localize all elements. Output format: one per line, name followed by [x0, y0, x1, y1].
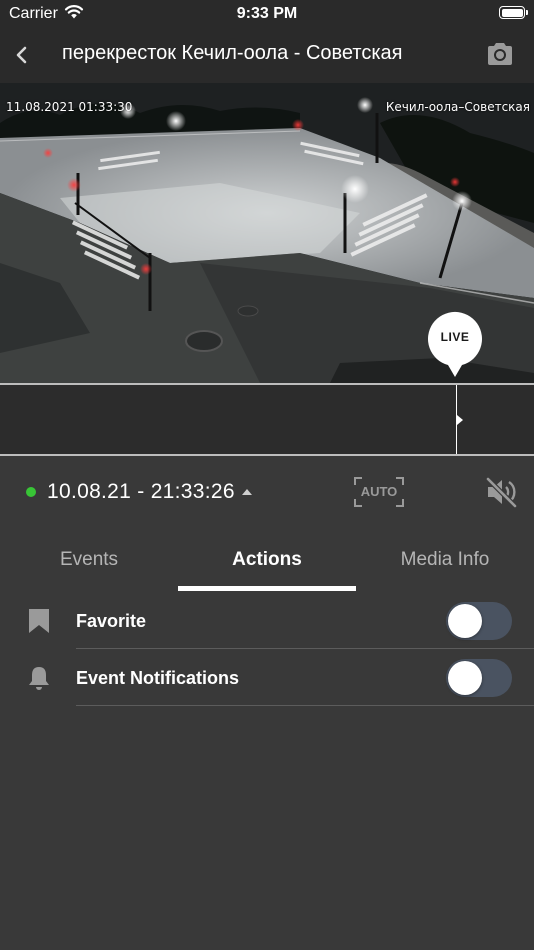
favorite-toggle[interactable] — [446, 602, 512, 640]
row-divider — [76, 705, 534, 706]
auto-label: AUTO — [360, 484, 398, 499]
toggle-knob — [448, 661, 482, 695]
tab-bar: Events Actions Media Info — [0, 528, 534, 592]
live-label: LIVE — [440, 330, 470, 344]
back-chevron-icon[interactable] — [12, 41, 32, 69]
status-time: 9:33 PM — [236, 5, 298, 22]
action-row-event-notifications[interactable]: Event Notifications — [0, 650, 534, 706]
event-notifications-toggle[interactable] — [446, 659, 512, 697]
playback-controls: 10.08.21 - 21:33:26 AUTO — [0, 456, 534, 528]
status-bar: Carrier 9:33 PM — [0, 0, 534, 27]
camera-snapshot-icon[interactable] — [486, 41, 514, 67]
navigation-bar: перекресток Кечил-оола - Советская — [0, 27, 534, 83]
toggle-knob — [448, 604, 482, 638]
osd-timestamp: 11.08.2021 01:33:30 — [6, 100, 133, 114]
osd-location: Кечил-оола–Советская — [385, 100, 530, 114]
camera-video-feed[interactable]: 11.08.2021 01:33:30 Кечил-оола–Советская… — [0, 83, 534, 383]
favorite-label: Favorite — [76, 611, 147, 631]
current-datetime[interactable]: 10.08.21 - 21:33:26 — [47, 480, 235, 504]
caret-up-icon[interactable] — [242, 489, 252, 495]
action-row-favorite[interactable]: Favorite — [0, 593, 534, 649]
live-badge-icon[interactable] — [426, 309, 484, 379]
event-notifications-label: Event Notifications — [76, 668, 240, 688]
stream-status-dot — [26, 487, 36, 497]
timeline-cursor-arrow-icon — [457, 415, 463, 425]
row-divider — [76, 648, 534, 649]
bell-icon — [29, 667, 49, 690]
battery-icon — [499, 6, 528, 19]
tab-actions[interactable]: Actions — [178, 528, 356, 592]
timeline-scrubber[interactable] — [0, 385, 534, 454]
speaker-muted-icon[interactable] — [485, 476, 519, 508]
bookmark-icon — [29, 609, 49, 633]
page-title: перекресток Кечил-оола - Советская — [62, 42, 403, 64]
auto-quality-button[interactable]: AUTO — [353, 476, 405, 508]
active-tab-indicator — [178, 586, 356, 591]
tab-events[interactable]: Events — [0, 528, 178, 592]
tab-media-info[interactable]: Media Info — [356, 528, 534, 592]
